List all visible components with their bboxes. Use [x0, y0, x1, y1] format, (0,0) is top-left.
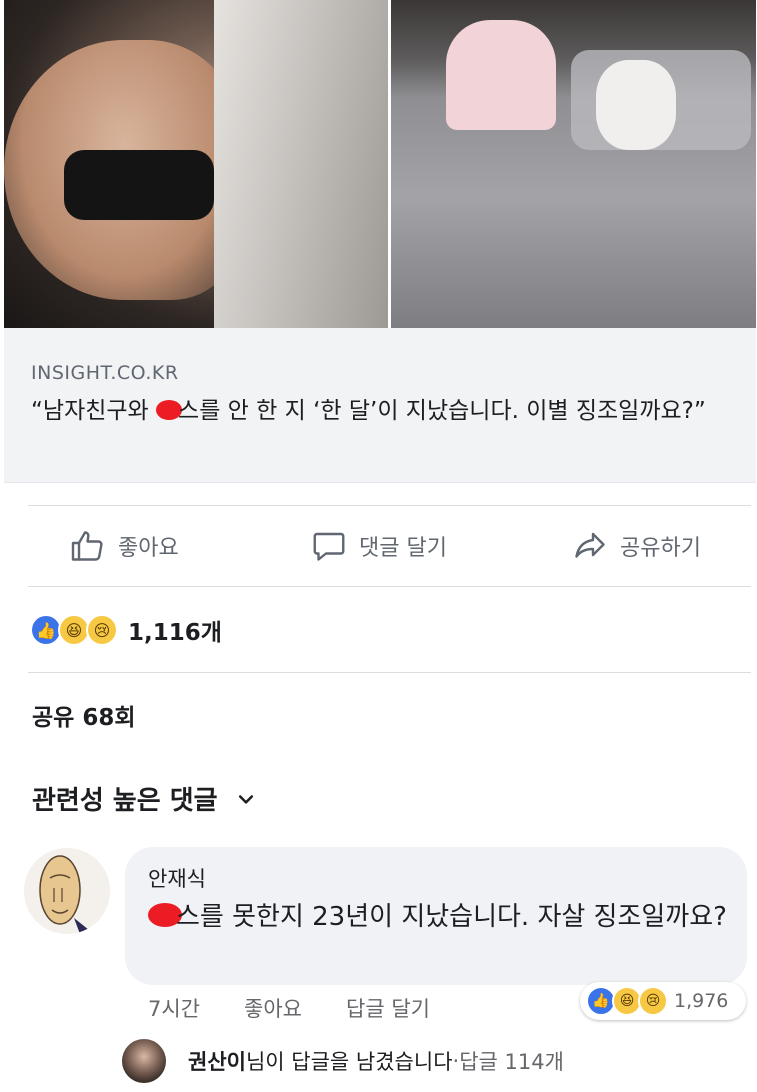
comment-bubble: 안재식 스를 못한지 23년이 지났습니다. 자살 징조일까요?	[125, 847, 747, 985]
comment-time[interactable]: 7시간	[148, 993, 200, 1023]
link-preview[interactable]: INSIGHT.CO.KR “남자친구와 스를 안 한 지 ‘한 달’이 지났습…	[4, 328, 756, 483]
comment-sort-label: 관련성 높은 댓글	[32, 786, 218, 816]
share-count[interactable]: 공유 68회	[32, 698, 136, 732]
avatar[interactable]	[24, 848, 110, 934]
reply-separator: ·	[452, 1049, 460, 1073]
comment-sort-dropdown[interactable]: 관련성 높은 댓글	[32, 780, 256, 817]
share-label: 공유하기	[620, 536, 701, 561]
avatar	[122, 1039, 166, 1083]
photo-detail	[64, 150, 214, 220]
link-title: “남자친구와 스를 안 한 지 ‘한 달’이 지났습니다. 이별 징조일까요?”	[31, 394, 736, 429]
bed-photo	[391, 0, 756, 328]
photo-man	[596, 60, 677, 150]
reaction-summary[interactable]: 👍 😆 😢 1,116개	[30, 610, 222, 650]
couple-photo	[4, 0, 389, 328]
comment-bubble-icon	[313, 532, 345, 561]
comment-reply-link[interactable]: 답글 달기	[346, 993, 430, 1023]
sad-reaction-icon: 😢	[86, 614, 118, 646]
post-image[interactable]	[4, 0, 756, 328]
comment-button[interactable]: 댓글 달기	[311, 506, 447, 586]
thumbs-up-icon	[71, 531, 103, 561]
post-actions: 좋아요 댓글 달기 공유하기	[0, 506, 757, 586]
comment-text: 스를 못한지 23년이 지났습니다. 자살 징조일까요?	[148, 897, 738, 937]
comment-text-rest: 스를 못한지 23년이 지났습니다. 자살 징조일까요?	[176, 902, 727, 932]
link-title-rest: 스를 안 한 지 ‘한 달’이 지났습니다. 이별 징조일까요?”	[178, 398, 706, 424]
link-domain: INSIGHT.CO.KR	[31, 362, 179, 384]
comment-author[interactable]: 안재식	[148, 863, 206, 893]
reply-author: 권산이	[188, 1050, 246, 1074]
avatar-illustration	[24, 848, 110, 934]
like-label: 좋아요	[118, 536, 179, 561]
chevron-down-icon	[238, 794, 253, 804]
reply-text: 님이 답글을 남겼습니다	[245, 1050, 453, 1074]
sad-reaction-icon: 😢	[638, 986, 668, 1016]
divider	[28, 672, 751, 673]
link-title-prefix: “남자친구와	[31, 398, 157, 424]
photo-woman	[446, 20, 557, 130]
share-arrow-icon	[575, 532, 605, 558]
reaction-count: 1,116개	[128, 620, 222, 646]
photo-shirt	[214, 0, 389, 328]
comment-label: 댓글 달기	[359, 536, 447, 561]
replies-summary[interactable]: 권산이 님이 답글을 남겼습니다 · 답글 114개	[122, 1038, 564, 1084]
reply-count: 답글 114개	[459, 1050, 564, 1074]
comment-reaction-count: 1,976	[674, 990, 729, 1012]
divider	[28, 586, 751, 587]
like-button[interactable]: 좋아요	[70, 506, 179, 586]
comment-reactions[interactable]: 👍 😆 😢 1,976	[580, 982, 746, 1020]
share-button[interactable]: 공유하기	[572, 506, 701, 586]
comment-like-link[interactable]: 좋아요	[244, 993, 302, 1023]
